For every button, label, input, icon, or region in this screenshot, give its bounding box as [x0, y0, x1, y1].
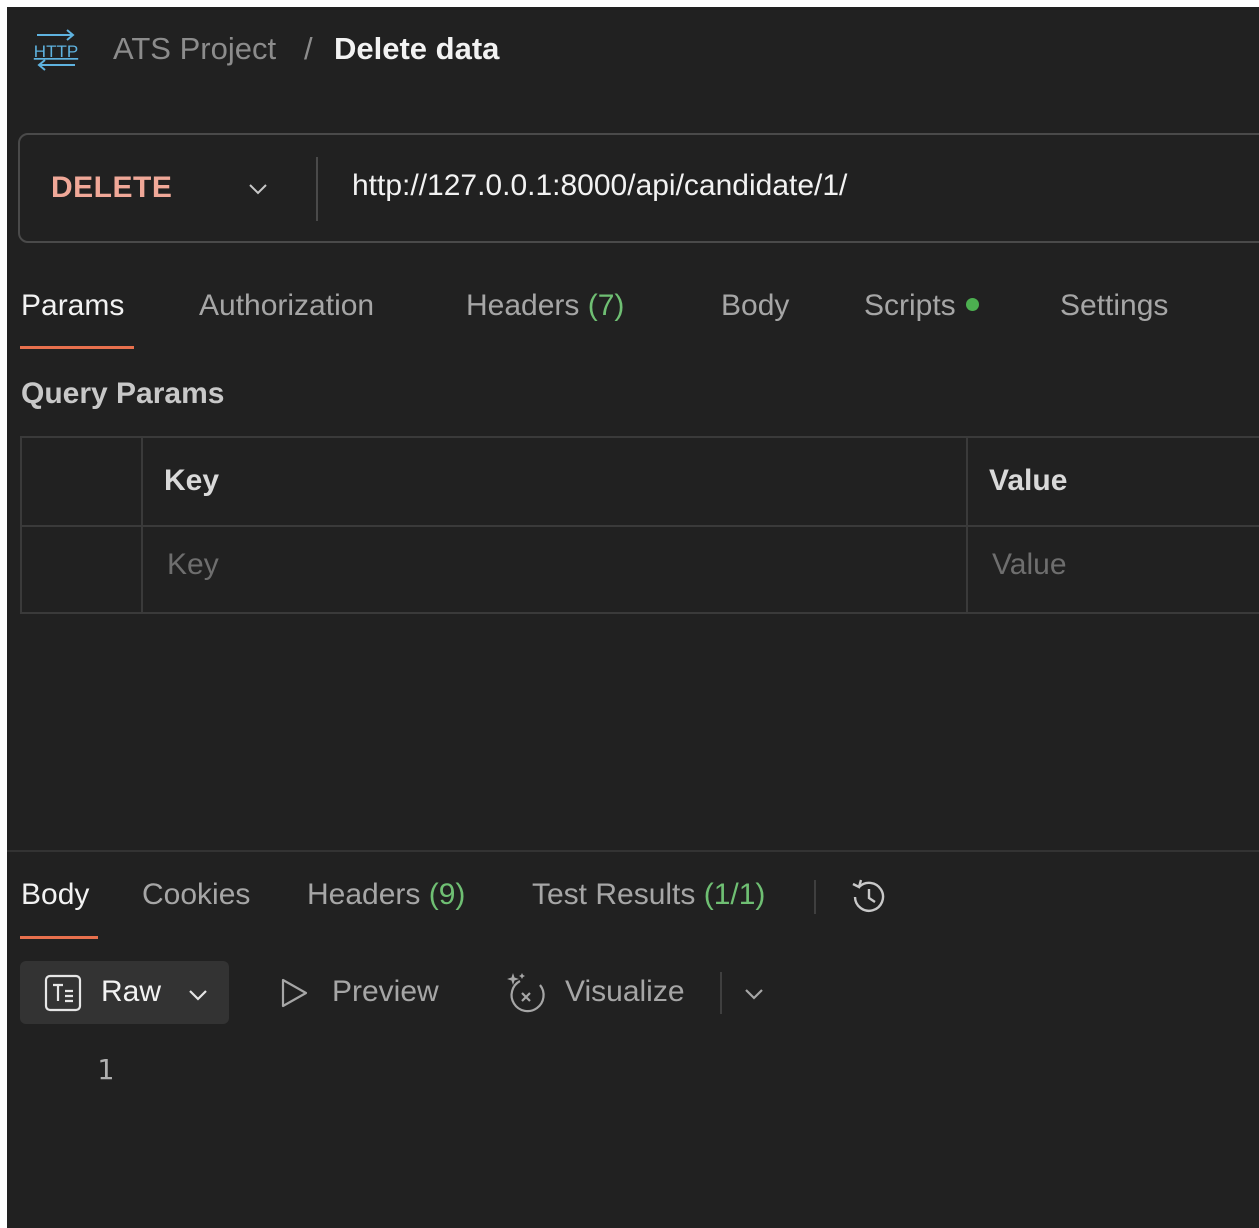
- chevron-down-icon: [249, 184, 267, 195]
- raw-format-button[interactable]: Raw: [20, 961, 229, 1024]
- response-tab-body[interactable]: Body: [21, 878, 89, 912]
- history-icon[interactable]: [847, 875, 891, 919]
- query-params-title: Query Params: [21, 377, 225, 410]
- response-tab-headers-label: Headers: [307, 878, 421, 911]
- param-value-input[interactable]: Value: [992, 548, 1067, 582]
- tab-settings[interactable]: Settings: [1060, 289, 1168, 323]
- query-params-table: Key Value Key Value: [20, 436, 1259, 614]
- tab-scripts-label: Scripts: [864, 289, 956, 322]
- response-tab-headers[interactable]: Headers (9): [307, 878, 465, 912]
- response-tab-test-results-count: (1/1): [703, 878, 766, 911]
- url-input[interactable]: http://127.0.0.1:8000/api/candidate/1/: [352, 169, 847, 203]
- play-icon: [281, 978, 308, 1008]
- visualize-sparkle-icon: [507, 973, 545, 1013]
- chevron-down-icon: [189, 990, 207, 1001]
- response-tab-test-results-label: Test Results: [532, 878, 696, 911]
- text-format-icon: [44, 974, 82, 1012]
- tab-headers[interactable]: Headers (7): [466, 289, 624, 323]
- pane-resize-handle[interactable]: [7, 850, 1259, 852]
- table-divider: [22, 525, 1259, 527]
- breadcrumb-separator: /: [304, 31, 313, 66]
- active-response-tab-indicator: [20, 936, 98, 939]
- visualize-label: Visualize: [565, 975, 685, 1008]
- tab-body[interactable]: Body: [721, 289, 789, 323]
- param-key-input[interactable]: Key: [167, 548, 219, 582]
- url-divider: [316, 157, 318, 221]
- response-tab-cookies[interactable]: Cookies: [142, 878, 250, 912]
- tab-scripts[interactable]: Scripts: [864, 289, 979, 323]
- chevron-down-icon[interactable]: [742, 982, 766, 1006]
- preview-label: Preview: [332, 975, 439, 1008]
- request-header: HTTP ATS Project / Delete data: [7, 7, 1259, 97]
- response-tabs-separator: [814, 880, 816, 914]
- breadcrumb-collection[interactable]: ATS Project: [113, 31, 276, 67]
- column-header-key: Key: [164, 464, 220, 497]
- response-tab-headers-count: (9): [428, 878, 466, 911]
- url-bar: DELETE http://127.0.0.1:8000/api/candida…: [18, 133, 1259, 243]
- toolbar-separator: [720, 972, 722, 1014]
- tab-params[interactable]: Params: [21, 289, 124, 323]
- page-title[interactable]: Delete data: [334, 31, 499, 67]
- scripts-status-dot: [965, 297, 979, 311]
- request-editor: HTTP ATS Project / Delete data DELETE ht…: [7, 7, 1259, 1228]
- column-header-value: Value: [989, 464, 1068, 497]
- active-tab-indicator: [20, 346, 134, 349]
- line-number: 1: [97, 1053, 114, 1086]
- raw-format-label: Raw: [101, 975, 162, 1008]
- tab-headers-label: Headers: [466, 289, 580, 322]
- method-label: DELETE: [51, 171, 173, 204]
- http-icon: HTTP: [34, 29, 78, 71]
- tab-authorization[interactable]: Authorization: [199, 289, 374, 323]
- response-tab-test-results[interactable]: Test Results (1/1): [532, 878, 765, 912]
- tab-headers-count: (7): [587, 289, 625, 322]
- http-icon-label: HTTP: [34, 42, 78, 61]
